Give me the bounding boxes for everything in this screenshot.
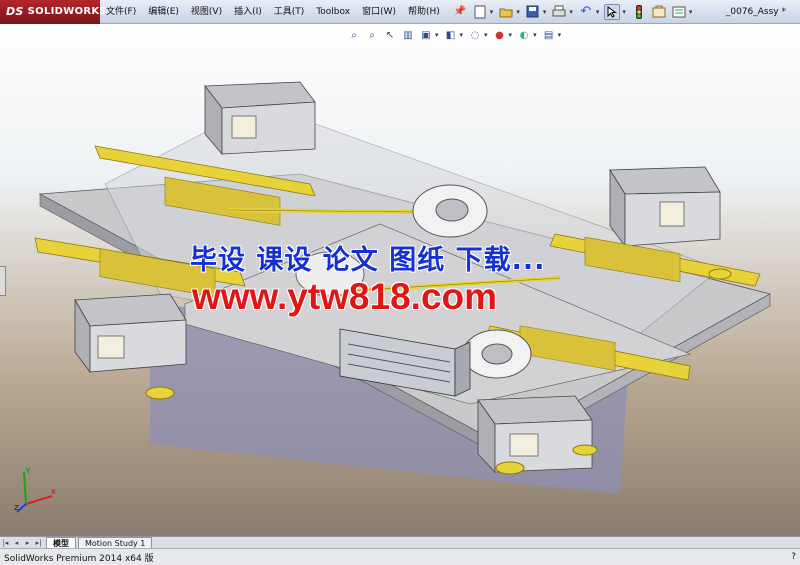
options-icon[interactable] bbox=[671, 4, 687, 20]
print-icon[interactable] bbox=[551, 4, 567, 20]
file-properties-icon[interactable] bbox=[651, 4, 667, 20]
pin-icon[interactable]: 📌 bbox=[452, 4, 468, 20]
tab-model[interactable]: 模型 bbox=[46, 537, 76, 548]
menu-bar: 文件(F) 编辑(E) 视图(V) 插入(I) 工具(T) Toolbox 窗口… bbox=[100, 0, 446, 24]
menu-edit[interactable]: 编辑(E) bbox=[142, 0, 185, 24]
triad-x-label: X bbox=[51, 488, 56, 496]
section-view-icon[interactable]: ▥ bbox=[401, 28, 415, 42]
menu-tools[interactable]: 工具(T) bbox=[268, 0, 311, 24]
view-orientation-dropdown-icon[interactable]: ▾ bbox=[435, 31, 439, 39]
edit-appearance-dropdown-icon[interactable]: ▾ bbox=[509, 31, 513, 39]
menu-view[interactable]: 视图(V) bbox=[185, 0, 228, 24]
corner-box-bottom bbox=[477, 395, 593, 474]
options-dropdown-icon[interactable]: ▾ bbox=[689, 8, 693, 16]
select-dropdown-icon[interactable]: ▾ bbox=[622, 8, 626, 16]
display-style-dropdown-icon[interactable]: ▾ bbox=[460, 31, 464, 39]
open-dropdown-icon[interactable]: ▾ bbox=[516, 8, 520, 16]
triad-z-label: Z bbox=[14, 504, 19, 512]
corner-box-top bbox=[204, 81, 316, 156]
view-settings-dropdown-icon[interactable]: ▾ bbox=[558, 31, 562, 39]
undo-icon[interactable]: ↶ bbox=[578, 4, 594, 20]
feature-manager-collapse-handle[interactable] bbox=[0, 266, 6, 296]
menu-toolbox[interactable]: Toolbox bbox=[310, 0, 356, 24]
menu-help[interactable]: 帮助(H) bbox=[402, 0, 446, 24]
prev-tab-arrow-icon[interactable]: ◂ bbox=[11, 537, 22, 548]
graphics-area[interactable]: ⌕ ⌕ ↖ ▥ ▣ ▾ ◧ ▾ ◌ ▾ ● ▾ ◐ ▾ ▤ ▾ 毕设 课设 论文… bbox=[0, 24, 800, 536]
zoom-to-fit-icon[interactable]: ⌕ bbox=[347, 28, 361, 42]
tab-motion-study[interactable]: Motion Study 1 bbox=[78, 537, 153, 548]
save-icon[interactable] bbox=[525, 4, 541, 20]
menu-file[interactable]: 文件(F) bbox=[100, 0, 142, 24]
watermark-text-cn: 毕设 课设 论文 图纸 下载... bbox=[190, 245, 546, 276]
view-orientation-icon[interactable]: ▣ bbox=[419, 28, 433, 42]
edit-appearance-icon[interactable]: ● bbox=[493, 28, 507, 42]
zoom-to-area-icon[interactable]: ⌕ bbox=[365, 28, 379, 42]
help-icon[interactable]: ? bbox=[791, 552, 796, 562]
hide-show-icon[interactable]: ◌ bbox=[468, 28, 482, 42]
watermark-url: www.ytw818.com bbox=[192, 276, 498, 317]
triad-y-label: Y bbox=[25, 467, 31, 475]
logo-text: SOLIDWORKS bbox=[27, 6, 107, 17]
undo-dropdown-icon[interactable]: ▾ bbox=[596, 8, 600, 16]
rebuild-icon[interactable] bbox=[631, 4, 647, 20]
save-dropdown-icon[interactable]: ▾ bbox=[543, 8, 547, 16]
new-document-icon[interactable] bbox=[472, 4, 488, 20]
new-dropdown-icon[interactable]: ▾ bbox=[490, 8, 494, 16]
display-style-icon[interactable]: ◧ bbox=[444, 28, 458, 42]
status-text: SolidWorks Premium 2014 x64 版 bbox=[4, 553, 154, 564]
hide-show-dropdown-icon[interactable]: ▾ bbox=[484, 31, 488, 39]
last-tab-arrow-icon[interactable]: ▸| bbox=[33, 537, 44, 548]
document-title: _0076_Assy * bbox=[725, 7, 786, 17]
apply-scene-dropdown-icon[interactable]: ▾ bbox=[533, 31, 537, 39]
title-bar: DS SOLIDWORKS 文件(F) 编辑(E) 视图(V) 插入(I) 工具… bbox=[0, 0, 800, 24]
apply-scene-icon[interactable]: ◐ bbox=[517, 28, 531, 42]
menu-insert[interactable]: 插入(I) bbox=[228, 0, 268, 24]
solidworks-logo[interactable]: DS SOLIDWORKS bbox=[0, 0, 107, 24]
open-icon[interactable] bbox=[498, 4, 514, 20]
menu-window[interactable]: 窗口(W) bbox=[356, 0, 402, 24]
print-dropdown-icon[interactable]: ▾ bbox=[569, 8, 573, 16]
corner-box-left bbox=[74, 293, 187, 374]
heads-up-view-toolbar: ⌕ ⌕ ↖ ▥ ▣ ▾ ◧ ▾ ◌ ▾ ● ▾ ◐ ▾ ▤ ▾ bbox=[345, 26, 565, 44]
first-tab-arrow-icon[interactable]: |◂ bbox=[0, 537, 11, 548]
standard-toolbar: 📌 ▾ ▾ ▾ ▾ ↶ ▾ ▾ ▾ bbox=[450, 0, 696, 24]
reference-triad: X Y Z bbox=[14, 467, 56, 513]
next-tab-arrow-icon[interactable]: ▸ bbox=[22, 537, 33, 548]
view-settings-icon[interactable]: ▤ bbox=[542, 28, 556, 42]
model-tab-bar: |◂ ◂ ▸ ▸| 模型 Motion Study 1 bbox=[0, 536, 800, 548]
ds-logo-mark: DS bbox=[6, 5, 24, 18]
select-icon[interactable] bbox=[604, 3, 621, 20]
corner-box-right bbox=[609, 166, 721, 248]
previous-view-icon[interactable]: ↖ bbox=[383, 28, 397, 42]
status-bar: SolidWorks Premium 2014 x64 版 ? bbox=[0, 548, 800, 565]
